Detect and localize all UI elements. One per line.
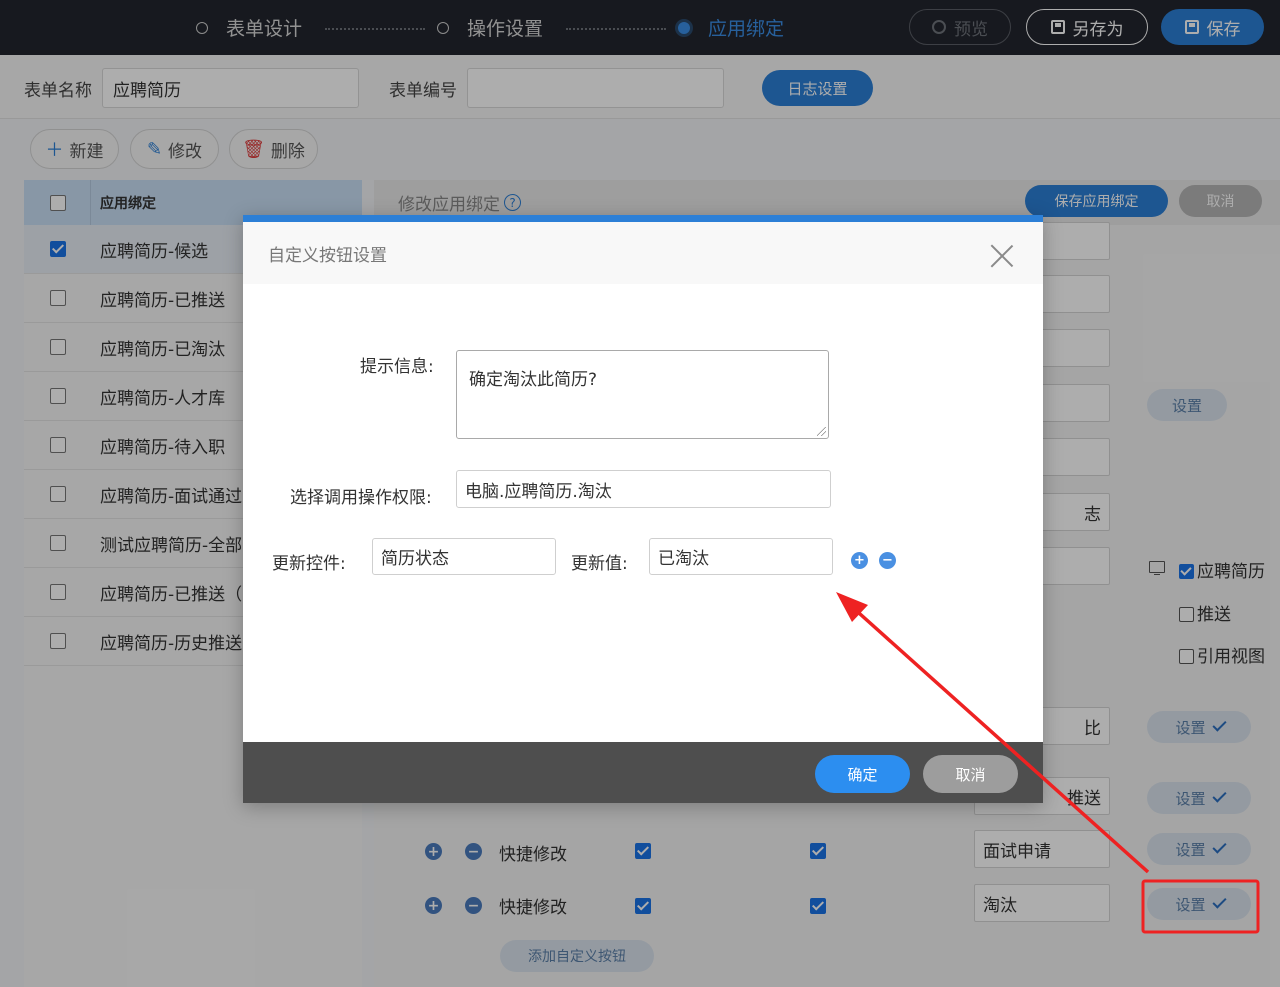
dialog-title: 自定义按钮设置 [268, 245, 387, 266]
resize-handle-icon[interactable] [817, 427, 826, 436]
update-control-label: 更新控件: [272, 554, 346, 574]
cancel-button[interactable]: 取消 [923, 755, 1018, 793]
remove-condition-icon[interactable]: − [879, 552, 896, 569]
permission-label: 选择调用操作权限: [290, 488, 432, 508]
dialog-header: 自定义按钮设置 [243, 222, 1043, 284]
prompt-textarea[interactable]: 确定淘汰此简历? [456, 350, 829, 439]
custom-button-dialog: 自定义按钮设置 提示信息: 确定淘汰此简历? 选择调用操作权限: 电脑.应聘简历… [243, 215, 1043, 803]
add-condition-icon[interactable]: + [851, 552, 868, 569]
update-value-label: 更新值: [571, 554, 628, 574]
prompt-value: 确定淘汰此简历? [469, 370, 598, 390]
update-value-input[interactable]: 已淘汰 [649, 538, 833, 575]
dialog-footer: 确定 取消 [243, 742, 1043, 803]
close-icon[interactable] [988, 242, 1016, 270]
permission-select[interactable]: 电脑.应聘简历.淘汰 [456, 470, 831, 508]
update-control-input[interactable]: 简历状态 [372, 538, 556, 575]
prompt-label: 提示信息: [360, 357, 434, 377]
confirm-button[interactable]: 确定 [815, 755, 910, 793]
dialog-accent-bar [243, 215, 1043, 222]
